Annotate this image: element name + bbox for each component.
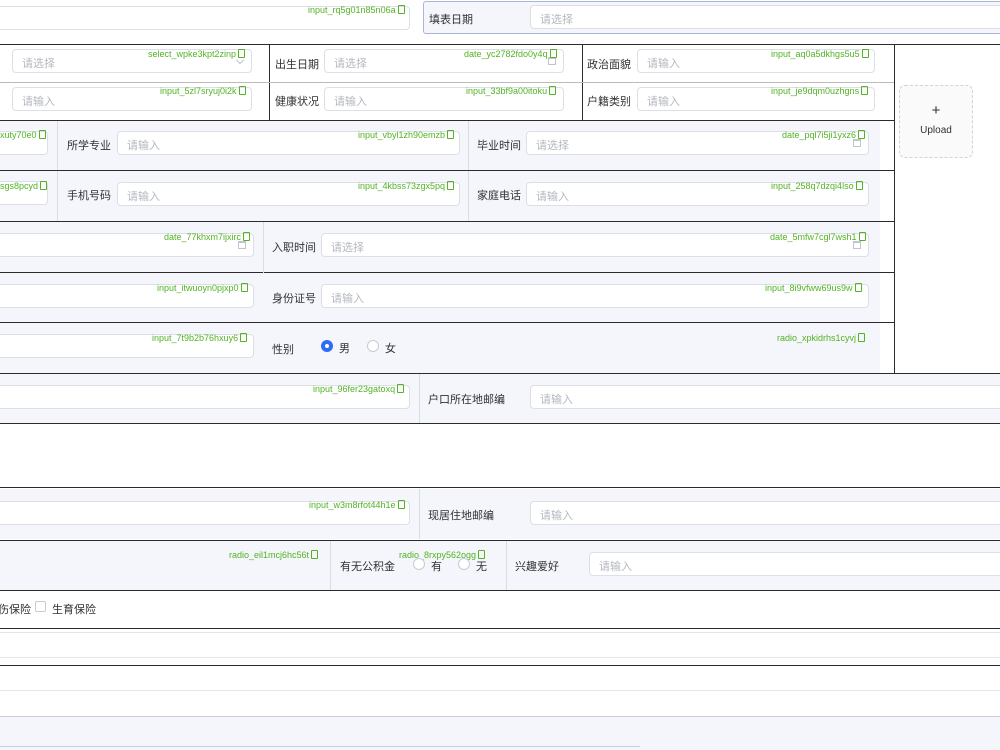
copy-icon[interactable]	[38, 130, 46, 139]
mobile-placeholder: 请输入	[127, 191, 160, 203]
select-tag: select_wpke3kpt2zinp	[148, 49, 246, 60]
select-placeholder: 请选择	[22, 58, 55, 70]
copy-icon[interactable]	[861, 49, 869, 58]
grad-label: 毕业时间	[477, 140, 521, 152]
copy-icon[interactable]	[238, 86, 246, 95]
bottom-bar-tabs	[0, 746, 640, 750]
hobby-placeholder: 请输入	[599, 561, 632, 573]
row2-placeholder: 请输入	[22, 96, 55, 108]
row7-left-tag: input_7t9b2b76hxuy6	[152, 333, 248, 344]
copy-icon[interactable]	[397, 5, 405, 14]
gender-tag: radio_xpkidrhs1cyvj	[777, 333, 866, 344]
home-phone-tag: input_258q7dzqi4lso	[771, 181, 863, 192]
political-placeholder: 请输入	[647, 58, 680, 70]
political-tag: input_aq0a5dkhgs5u5	[771, 49, 869, 60]
copy-icon[interactable]	[238, 49, 246, 58]
registered-postcode-input[interactable]: 请输入	[530, 385, 1000, 409]
grad-tag: date_pql7i5ji1yxz6	[782, 130, 866, 141]
gender-male-label: 男	[339, 343, 350, 355]
copy-icon[interactable]	[311, 550, 319, 559]
fund-yes-label: 有	[431, 561, 442, 573]
fund-no-radio[interactable]	[458, 558, 470, 570]
birth-date-tag: date_yc2782fdo0y4q	[464, 49, 557, 60]
id-number-label: 身份证号	[272, 293, 316, 305]
gender-male-radio[interactable]	[321, 340, 333, 352]
birth-date-placeholder: 请选择	[334, 58, 367, 70]
upload-button[interactable]: + Upload	[899, 85, 973, 158]
registered-postcode-placeholder: 请输入	[540, 394, 573, 406]
fund-tag: radio_8rxpy562ogg	[399, 550, 486, 561]
join-date-placeholder: 请选择	[331, 242, 364, 254]
plus-icon: +	[931, 102, 941, 119]
injury-insurance-label: 伤保险	[0, 604, 31, 616]
hobby-input[interactable]: 请输入	[589, 552, 1000, 576]
fund-yes-radio[interactable]	[413, 558, 425, 570]
maternity-insurance-label: 生育保险	[52, 604, 96, 616]
fund-no-label: 无	[476, 561, 487, 573]
copy-icon[interactable]	[858, 232, 866, 241]
left-radio-tag: radio_eil1mcj6hc56t	[229, 550, 319, 561]
copy-icon[interactable]	[858, 333, 866, 342]
current-address-tag: input_w3m8rfot44h1e	[309, 500, 405, 511]
copy-icon[interactable]	[243, 232, 251, 241]
household-tag: input_je9dqm0uzhgns	[771, 86, 869, 97]
copy-icon[interactable]	[549, 49, 557, 58]
copy-icon[interactable]	[854, 283, 862, 292]
mobile-label: 手机号码	[67, 190, 111, 202]
id-number-placeholder: 请输入	[331, 293, 364, 305]
copy-icon[interactable]	[397, 384, 405, 393]
copy-icon[interactable]	[447, 130, 455, 139]
gender-female-radio[interactable]	[367, 340, 379, 352]
row5-left-tag: date_77khxm7ijxirc	[164, 232, 251, 243]
row2-input-tag: input_5zl7sryuj0i2k	[160, 86, 246, 97]
birth-date-label: 出生日期	[275, 59, 319, 71]
registered-postcode-label: 户口所在地邮编	[428, 394, 505, 406]
row3-left-tag: xuty70e0	[0, 130, 46, 141]
home-phone-placeholder: 请输入	[536, 191, 569, 203]
major-label: 所学专业	[67, 140, 111, 152]
copy-icon[interactable]	[861, 86, 869, 95]
household-label: 户籍类别	[587, 96, 631, 108]
copy-icon[interactable]	[549, 86, 557, 95]
empty-row-1	[0, 632, 1000, 658]
current-postcode-placeholder: 请输入	[540, 510, 573, 522]
fund-label: 有无公积金	[340, 561, 395, 573]
copy-icon[interactable]	[858, 130, 866, 139]
row6-left-tag: input_itwuoyn0pjxp0	[157, 283, 248, 294]
home-phone-label: 家庭电话	[477, 190, 521, 202]
major-placeholder: 请输入	[127, 140, 160, 152]
address-tag: input_96fer23gatoxq	[313, 384, 405, 395]
health-placeholder: 请输入	[334, 96, 367, 108]
copy-icon[interactable]	[240, 283, 248, 292]
join-date-label: 入职时间	[272, 242, 316, 254]
political-label: 政治面貌	[587, 59, 631, 71]
empty-row-2	[0, 669, 1000, 691]
major-tag: input_vbyl1zh90emzb	[358, 130, 455, 141]
health-tag: input_33bf9a00itoku	[466, 86, 557, 97]
household-placeholder: 请输入	[647, 96, 680, 108]
grad-placeholder: 请选择	[536, 140, 569, 152]
join-date-tag: date_5mfw7cgl7wsh1	[770, 232, 866, 243]
fill-date-label: 填表日期	[429, 14, 473, 26]
fill-date-placeholder: 请选择	[540, 14, 573, 26]
row4-left-tag: sgs8pcyd	[0, 181, 48, 192]
current-postcode-label: 现居住地邮编	[428, 510, 494, 522]
copy-icon[interactable]	[40, 181, 48, 190]
fill-date-input[interactable]: 请选择	[530, 5, 1000, 29]
maternity-insurance-checkbox[interactable]	[35, 601, 46, 612]
top-input-tag: input_rq5g01n85n06a	[308, 5, 405, 16]
copy-icon[interactable]	[240, 333, 248, 342]
health-label: 健康状况	[275, 96, 319, 108]
mobile-tag: input_4kbss73zgx5pq	[358, 181, 455, 192]
hobby-label: 兴趣爱好	[515, 561, 559, 573]
upload-label: Upload	[920, 125, 952, 136]
copy-icon[interactable]	[855, 181, 863, 190]
current-postcode-input[interactable]: 请输入	[530, 501, 1000, 525]
gender-label: 性别	[272, 344, 294, 356]
copy-icon[interactable]	[397, 500, 405, 509]
id-number-tag: input_8i9vfww69us9w	[765, 283, 862, 294]
gender-female-label: 女	[385, 343, 396, 355]
copy-icon[interactable]	[447, 181, 455, 190]
